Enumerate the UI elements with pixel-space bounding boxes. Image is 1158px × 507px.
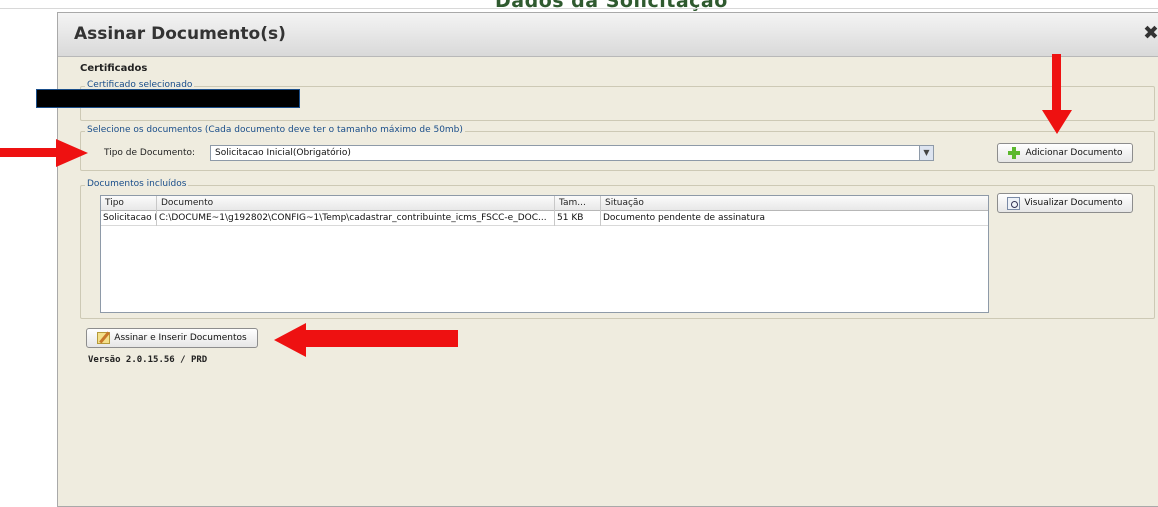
column-header-tamanho[interactable]: Tam...	[555, 196, 601, 211]
add-document-button[interactable]: Adicionar Documento	[997, 143, 1133, 163]
view-document-button-label: Visualizar Documento	[1024, 198, 1123, 208]
select-documents-legend: Selecione os documentos (Cada documento …	[85, 125, 465, 135]
dialog-title: Assinar Documento(s)	[74, 24, 286, 44]
certificates-section-label: Certificados	[80, 63, 148, 74]
table-row[interactable]: Solicitacao I... C:\DOCUME~1\g192802\CON…	[101, 211, 988, 226]
close-icon[interactable]: ✖	[1143, 22, 1158, 44]
table-header: Tipo Documento Tam... Situação	[101, 196, 988, 211]
selected-certificate-field[interactable]	[36, 89, 300, 108]
included-documents-legend: Documentos incluídos	[85, 179, 189, 189]
cell-documento: C:\DOCUME~1\g192802\CONFIG~1\Temp\cadast…	[157, 211, 555, 226]
sign-and-insert-button[interactable]: Assinar e Inserir Documentos	[86, 328, 258, 348]
page-divider	[0, 8, 1158, 9]
chevron-down-icon[interactable]: ▼	[919, 146, 933, 160]
column-header-documento[interactable]: Documento	[157, 196, 555, 211]
document-type-select[interactable]: Solicitacao Inicial(Obrigatório) ▼	[210, 145, 934, 161]
document-type-label: Tipo de Documento:	[104, 148, 196, 158]
plus-icon	[1007, 146, 1021, 160]
view-document-button[interactable]: Visualizar Documento	[997, 193, 1133, 213]
cell-tamanho: 51 KB	[555, 211, 601, 226]
column-header-tipo[interactable]: Tipo	[101, 196, 157, 211]
version-label: Versão 2.0.15.56 / PRD	[88, 355, 208, 365]
sign-and-insert-button-label: Assinar e Inserir Documentos	[114, 333, 247, 343]
sign-pencil-icon	[97, 332, 111, 344]
document-type-value: Solicitacao Inicial(Obrigatório)	[215, 148, 351, 158]
included-documents-table: Tipo Documento Tam... Situação Solicitac…	[100, 195, 989, 313]
column-header-situacao[interactable]: Situação	[601, 196, 990, 211]
cell-situacao: Documento pendente de assinatura	[603, 213, 765, 223]
cell-tipo: Solicitacao I...	[101, 211, 157, 226]
magnifier-icon	[1007, 196, 1021, 210]
background-page-title: Dados da Solicitação	[495, 0, 728, 12]
add-document-button-label: Adicionar Documento	[1025, 148, 1123, 158]
dialog-titlebar: Assinar Documento(s) ✖	[58, 13, 1158, 57]
